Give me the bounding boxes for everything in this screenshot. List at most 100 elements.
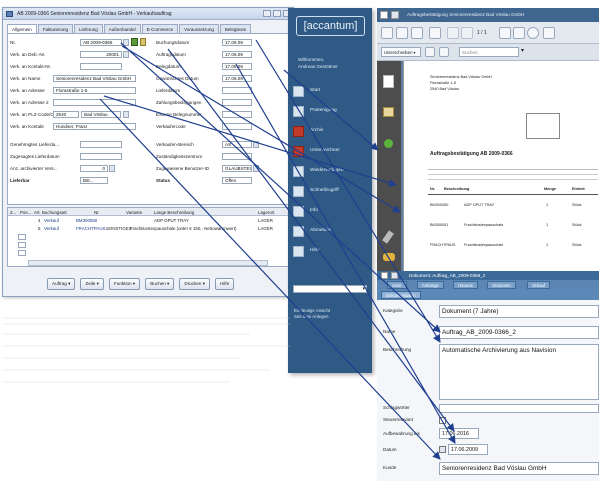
rotate-icon[interactable] (543, 27, 555, 39)
field-label: Verkaufen-Bereich (156, 142, 194, 147)
order-menu-button[interactable]: Auftrag ▾ (47, 278, 76, 290)
zoom-in-icon[interactable] (527, 27, 539, 39)
requested-date-field[interactable]: 17.06.09 (222, 75, 252, 82)
sidebar-item-label: Abmelden (310, 228, 332, 233)
line-menu-button[interactable]: Zeile ▾ (80, 278, 104, 290)
sidebar-item-quick-access[interactable]: Schnellzugriff (293, 186, 367, 204)
app-icon (381, 272, 388, 279)
order-number-field[interactable]: AB 2009-0366 (80, 39, 122, 46)
address-field[interactable]: Florastraße 1-5 (53, 87, 136, 94)
attachment-icon[interactable] (131, 38, 138, 46)
sidebar-item-inbox[interactable]: Postenigang (293, 106, 367, 124)
tab-verlauf[interactable]: Verlauf (527, 281, 551, 289)
tab-anhaenge[interactable]: Anhänge (417, 281, 444, 289)
app-icon (6, 11, 13, 17)
help-menu-button[interactable]: Hilfe (215, 278, 235, 290)
horizontal-scrollbar[interactable] (28, 260, 268, 266)
approved-delivery-field[interactable] (80, 141, 122, 148)
minimize-icon[interactable] (263, 10, 271, 17)
zoom-out-icon[interactable] (513, 27, 525, 39)
print-menu-button[interactable]: Drucken ▾ (179, 278, 211, 290)
save-icon[interactable] (391, 11, 399, 19)
pen-icon[interactable] (382, 230, 394, 244)
docwin-title-bar: Dokument: Auftrag_AB_2009-0366_2 (377, 271, 599, 280)
payment-terms-field[interactable] (222, 99, 252, 106)
tab-versionen[interactable]: Versionen (487, 281, 516, 289)
posting-date-field[interactable]: 17.06.09 (222, 39, 252, 46)
contact-number-field[interactable] (80, 63, 122, 70)
grid-cell: Verkauf (44, 226, 59, 231)
page-thumbnail-icon[interactable] (383, 75, 394, 88)
tab-seite[interactable]: Seite (387, 281, 407, 289)
folder-select[interactable]: ▾ (293, 285, 367, 293)
status-field[interactable]: Offen (222, 177, 252, 184)
previous-page-icon[interactable] (447, 27, 459, 39)
row-checkbox[interactable] (18, 242, 26, 248)
field-label: Anz. archivierter Vers... (10, 166, 58, 171)
table-row[interactable]: 4 Verkauf BM300050 ADP OPUT TRAY LAGER (8, 217, 290, 225)
customer-name-field[interactable]: Seniorenresidenz Bad Vöslau GmbH (53, 75, 136, 82)
row-checkbox[interactable] (18, 234, 26, 240)
sidebar-item-signer[interactable]: Unterzeichner (293, 146, 367, 164)
function-menu-button[interactable]: Funktion ▾ (108, 278, 141, 290)
chevron-down-icon[interactable] (253, 141, 259, 148)
table-cell: 1 (546, 203, 549, 207)
highlighter-icon[interactable] (383, 253, 395, 261)
assigned-user-field[interactable]: GLAUBSTEIN (222, 165, 252, 172)
delivery-date-field[interactable] (222, 87, 252, 94)
salesperson-field[interactable] (222, 123, 252, 130)
column-header: Pos... (20, 210, 32, 215)
attachment-icon[interactable] (383, 107, 394, 117)
search-input[interactable]: Suchen (459, 47, 519, 57)
field-label: Verkäufercode (156, 124, 186, 129)
postcode-field[interactable]: 2540 (53, 111, 79, 118)
chevron-down-icon[interactable]: ▾ (521, 47, 533, 57)
chevron-down-icon[interactable] (253, 165, 259, 172)
table-row[interactable]: 5 Verkauf FRACHTPAUS... SONSTIGES Fracht… (8, 225, 290, 233)
row-checkbox[interactable] (18, 250, 26, 256)
assist-edit-icon[interactable] (123, 39, 129, 46)
contact-field[interactable]: Hundser, Franz (53, 123, 136, 130)
sidebar-item-start[interactable]: Start (293, 86, 367, 104)
sign-dropdown[interactable]: Unterschreiben ▾ (381, 47, 421, 57)
next-page-icon[interactable] (461, 27, 473, 39)
tab-dokumentdaten[interactable]: Dokumentdaten (381, 291, 421, 299)
tab-hinweis[interactable]: Hinweis (453, 281, 478, 289)
sidebar-item-label: Info (310, 208, 319, 213)
sidebar-item-logout[interactable]: Abmelden (293, 226, 367, 244)
sidebar-item-info[interactable]: Info (293, 206, 367, 224)
export-icon[interactable] (429, 27, 441, 39)
save-icon[interactable] (391, 272, 398, 279)
maximize-icon[interactable] (273, 10, 281, 17)
open-icon[interactable] (411, 27, 423, 39)
viewer-toolbar: 1 / 1 (377, 22, 599, 44)
grid-cell: FRACHTPAUS... (76, 226, 110, 231)
responsibility-center-field[interactable] (222, 153, 252, 160)
grid-cell: BM300050 (76, 218, 98, 223)
post-menu-button[interactable]: Buchen ▾ (145, 278, 175, 290)
document-date-field[interactable]: 17.06.09 (222, 63, 252, 70)
chevron-down-icon[interactable] (123, 111, 129, 118)
external-doc-field[interactable] (222, 111, 252, 118)
deliverable-field[interactable]: Bitt... (80, 177, 108, 184)
status-icon[interactable] (384, 139, 393, 148)
city-field[interactable]: Bad Vöslau (81, 111, 121, 118)
erp-title-bar: AB 2009-0366 Seniorenresidenz Bad Vöslau… (3, 8, 293, 20)
sidebar-item-archive[interactable]: Archiv (293, 126, 367, 144)
sidebar-item-resubmissions[interactable]: Wiedervorlagen (293, 166, 367, 184)
sidebar-item-help[interactable]: Hilfe (293, 246, 367, 264)
sales-area-field[interactable]: AS (222, 141, 252, 148)
chevron-down-icon[interactable] (109, 165, 115, 172)
save-icon[interactable] (396, 27, 408, 39)
customer-number-field[interactable]: 20001 (80, 51, 122, 58)
print-icon[interactable] (381, 27, 393, 39)
promised-delivery-field[interactable] (80, 153, 122, 160)
order-date-field[interactable]: 17.06.09 (222, 51, 252, 58)
address2-field[interactable] (53, 99, 136, 106)
comment-icon[interactable] (425, 47, 435, 57)
attach-icon[interactable] (439, 47, 449, 57)
notes-icon[interactable] (140, 38, 146, 46)
chevron-down-icon[interactable] (123, 51, 129, 58)
archived-versions-field[interactable]: 0 (80, 165, 108, 172)
select-tool-icon[interactable] (499, 27, 511, 39)
